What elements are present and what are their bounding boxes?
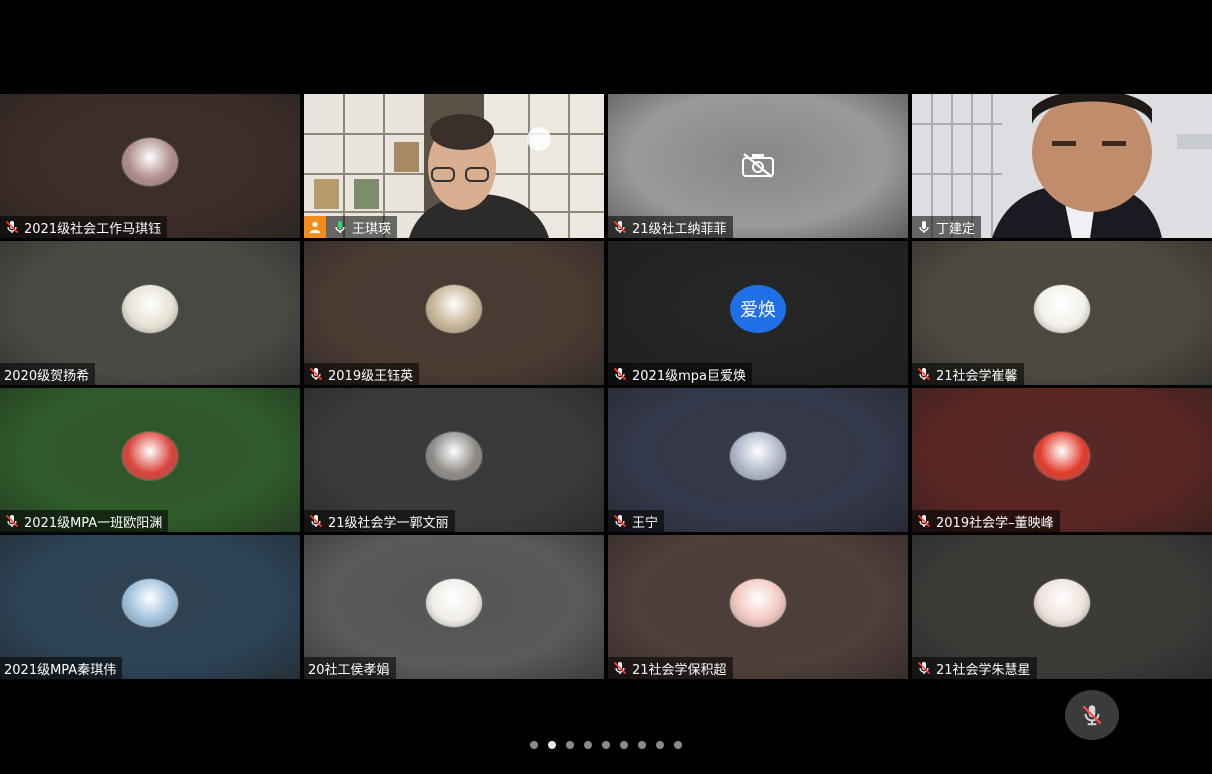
page-dot[interactable] [638, 741, 646, 749]
participant-name-bar: 21社会学崔馨 [912, 363, 1024, 385]
participant-tile[interactable]: 2020级贺扬希 [0, 241, 300, 385]
avatar: 爱焕 [730, 285, 786, 333]
participant-tile[interactable]: 王宁 [608, 388, 908, 532]
mic-muted-icon [612, 219, 628, 235]
participant-name-bar: 2021级MPA秦琪伟 [0, 657, 123, 679]
participant-tile[interactable]: 21社会学崔馨 [912, 241, 1212, 385]
page-dot[interactable] [674, 741, 682, 749]
avatar [426, 285, 482, 333]
avatar [730, 579, 786, 627]
participant-name-bar: 2019社会学–董映峰 [912, 510, 1060, 532]
mic-muted-icon [4, 513, 20, 529]
participant-name: 21级社会学一郭文丽 [328, 515, 449, 531]
participant-tile[interactable]: 21社会学保积超 [608, 535, 908, 679]
participant-name: 2021级mpa巨爱焕 [632, 368, 746, 384]
participant-name: 丁建定 [936, 221, 976, 237]
participant-name-bar: 丁建定 [912, 216, 982, 238]
mic-muted-icon [4, 219, 20, 235]
participant-tile[interactable]: 21级社会学一郭文丽 [304, 388, 604, 532]
mic-muted-icon [612, 366, 628, 382]
page-dot[interactable] [530, 741, 538, 749]
participant-name-bar: 2021级社会工作马琪钰 [0, 216, 168, 238]
participant-tile[interactable]: 2021级MPA秦琪伟 [0, 535, 300, 679]
page-dot[interactable] [566, 741, 574, 749]
avatar [122, 285, 178, 333]
host-user-icon [304, 216, 326, 238]
mic-muted-icon [612, 660, 628, 676]
mic-icon [332, 219, 348, 235]
participant-name-bar: 王琪瑛 [304, 216, 398, 238]
participant-tile[interactable]: 2021级MPA一班欧阳渊 [0, 388, 300, 532]
participant-name-bar: 2019级王钰英 [304, 363, 420, 385]
participant-name: 21社会学保积超 [632, 662, 727, 678]
avatar [1034, 579, 1090, 627]
participant-tile[interactable]: 21社会学朱慧星 [912, 535, 1212, 679]
avatar [426, 579, 482, 627]
page-dot[interactable] [656, 741, 664, 749]
page-indicator [0, 741, 1212, 751]
participant-name-bar: 2021级MPA一班欧阳渊 [0, 510, 169, 532]
participant-name: 2020级贺扬希 [4, 368, 90, 384]
avatar [426, 432, 482, 480]
participant-tile[interactable]: 2019社会学–董映峰 [912, 388, 1212, 532]
participant-name-bar: 20社工侯孝娟 [304, 657, 396, 679]
participant-name-bar: 21社会学保积超 [608, 657, 733, 679]
participant-name: 王宁 [632, 515, 659, 531]
participant-name: 2019社会学–董映峰 [936, 515, 1054, 531]
participant-name-bar: 21社会学朱慧星 [912, 657, 1037, 679]
mic-icon [916, 219, 932, 235]
mic-muted-icon [1082, 705, 1102, 726]
participant-name-bar: 2021级mpa巨爱焕 [608, 363, 752, 385]
participant-name: 2021级MPA一班欧阳渊 [24, 515, 163, 531]
participant-tile[interactable]: 20社工侯孝娟 [304, 535, 604, 679]
participant-name-bar: 21级社会学一郭文丽 [304, 510, 455, 532]
mic-muted-icon [308, 513, 324, 529]
participant-name: 王琪瑛 [352, 221, 392, 237]
mic-muted-icon [916, 366, 932, 382]
participant-name-bar: 王宁 [608, 510, 665, 532]
page-dot[interactable] [620, 741, 628, 749]
avatar [122, 432, 178, 480]
participant-tile[interactable]: 2019级王钰英 [304, 241, 604, 385]
participant-name: 21社会学崔馨 [936, 368, 1018, 384]
page-dot[interactable] [548, 741, 556, 749]
participant-tile[interactable]: 2021级社会工作马琪钰 [0, 94, 300, 238]
avatar [122, 579, 178, 627]
participant-name-bar: 21级社工纳菲菲 [608, 216, 733, 238]
camera-off-icon [741, 152, 775, 178]
participant-name: 20社工侯孝娟 [308, 662, 390, 678]
mic-muted-icon [612, 513, 628, 529]
avatar [1034, 285, 1090, 333]
participant-grid: 2021级社会工作马琪钰 王琪瑛 21级社工纳菲菲 丁建定 2020级贺扬希 2019级王… [0, 94, 1212, 680]
avatar [1034, 432, 1090, 480]
participant-name: 2019级王钰英 [328, 368, 414, 384]
page-dot[interactable] [602, 741, 610, 749]
participant-name: 21级社工纳菲菲 [632, 221, 727, 237]
participant-name: 2021级社会工作马琪钰 [24, 221, 162, 237]
page-dot[interactable] [584, 741, 592, 749]
avatar [730, 432, 786, 480]
participant-tile[interactable]: 丁建定 [912, 94, 1212, 238]
mic-muted-icon [916, 660, 932, 676]
participant-name-bar: 2020级贺扬希 [0, 363, 96, 385]
participant-tile[interactable]: 爱焕 2021级mpa巨爱焕 [608, 241, 908, 385]
mic-muted-icon [916, 513, 932, 529]
participant-tile[interactable]: 王琪瑛 [304, 94, 604, 238]
participant-tile[interactable]: 21级社工纳菲菲 [608, 94, 908, 238]
avatar [122, 138, 178, 186]
participant-name: 2021级MPA秦琪伟 [4, 662, 117, 678]
mute-toggle-button[interactable] [1065, 690, 1119, 740]
mic-muted-icon [308, 366, 324, 382]
participant-name: 21社会学朱慧星 [936, 662, 1031, 678]
